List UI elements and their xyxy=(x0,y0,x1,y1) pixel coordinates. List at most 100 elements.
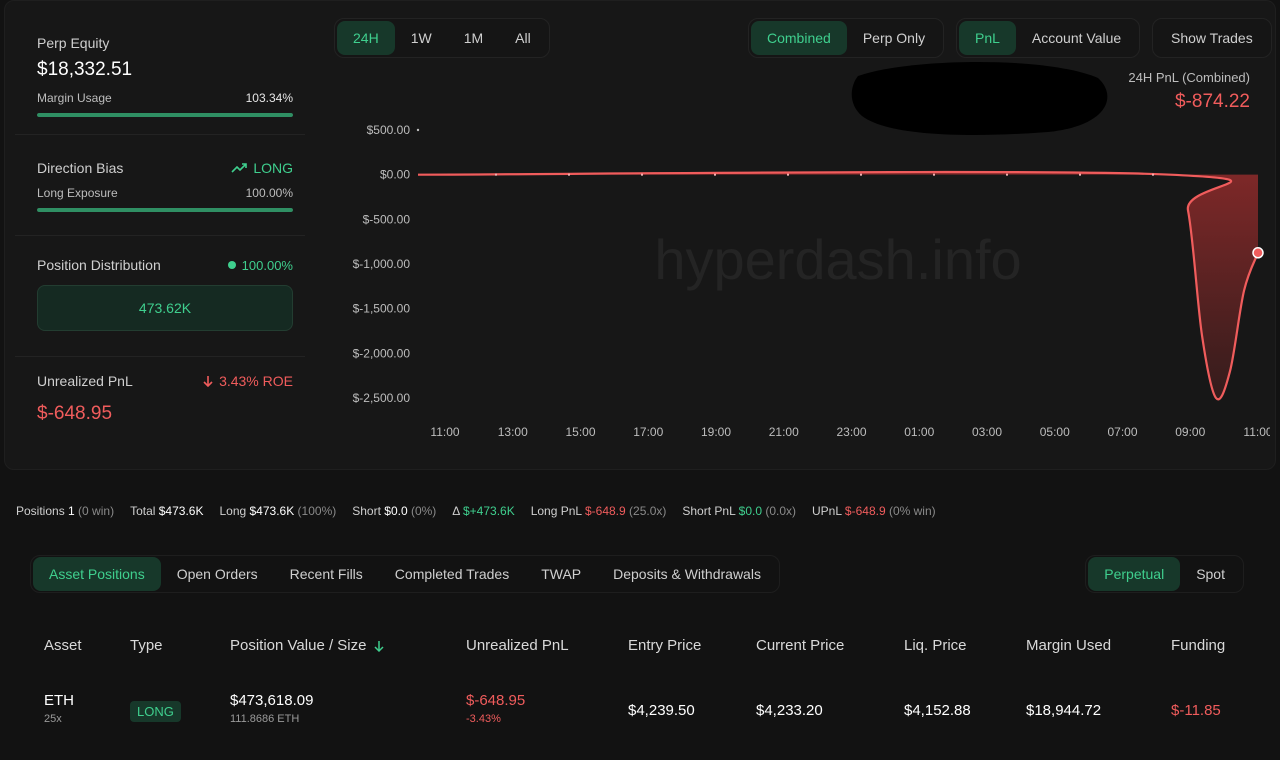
positions-stats-bar: Positions 1 (0 win) Total $473.6K Long $47… xyxy=(16,504,936,518)
header-liq-price[interactable]: Liq. Price xyxy=(904,637,967,654)
metric-pnl[interactable]: PnL xyxy=(959,21,1016,55)
tab-spot[interactable]: Spot xyxy=(1180,557,1241,591)
positions-tabs: Asset Positions Open Orders Recent Fills… xyxy=(30,555,780,593)
timeframe-1m[interactable]: 1M xyxy=(448,21,499,55)
stat-value: $+473.6K xyxy=(462,504,515,518)
tab-perpetual[interactable]: Perpetual xyxy=(1088,557,1181,591)
positions-table-header: Asset Type Position Value / Size Unreali… xyxy=(0,637,1280,657)
x-tick-label: 21:00 xyxy=(769,425,799,439)
unrealized-pnl-label: Unrealized PnL xyxy=(37,373,133,389)
stat-item: Long PnL $-648.9 (25.0x) xyxy=(531,504,667,518)
long-exposure-value: 100.00% xyxy=(245,186,293,200)
stat-value: $-648.9 xyxy=(844,504,886,518)
unrealized-pnl-roe: 3.43% ROE xyxy=(219,373,293,389)
pnl-chart[interactable]: hyperdash.info $500.00 $0.00 $-500.00 $-1,00… xyxy=(330,110,1270,450)
x-tick-label: 07:00 xyxy=(1107,425,1137,439)
tab-recent-fills[interactable]: Recent Fills xyxy=(274,557,379,591)
header-position-value[interactable]: Position Value / Size xyxy=(230,637,384,654)
x-tick-label: 09:00 xyxy=(1175,425,1205,439)
stat-item: Positions 1 (0 win) xyxy=(16,504,114,518)
stat-value: $-648.9 xyxy=(584,504,626,518)
x-tick-label: 15:00 xyxy=(565,425,595,439)
direction-bias-value: LONG xyxy=(253,160,293,176)
distribution-bar[interactable]: 473.62K xyxy=(37,285,293,331)
stat-item: Δ $+473.6K xyxy=(452,504,514,518)
margin-usage-bar xyxy=(37,113,293,117)
stat-label: Short PnL xyxy=(682,504,739,518)
y-tick-dot xyxy=(416,128,420,132)
chart-header: 24H PnL (Combined) $-874.22 xyxy=(1128,70,1250,113)
stat-value: $473.6K xyxy=(249,504,295,518)
stat-extra: (25.0x) xyxy=(625,504,667,518)
stat-label: UPnL xyxy=(812,504,845,518)
trending-up-icon xyxy=(231,163,248,173)
long-exposure-label: Long Exposure xyxy=(37,186,118,200)
stat-item: Short $0.0 (0%) xyxy=(352,504,436,518)
zero-line-marker xyxy=(714,173,716,176)
x-tick-label: 13:00 xyxy=(498,425,528,439)
timeframe-24h[interactable]: 24H xyxy=(337,21,395,55)
unrealized-pnl-block: Unrealized PnL 3.43% ROE $-648.95 xyxy=(37,373,293,425)
chart-title: 24H PnL (Combined) xyxy=(1128,70,1250,85)
chart-watermark: hyperdash.info xyxy=(654,228,1021,291)
metric-account-value[interactable]: Account Value xyxy=(1016,21,1137,55)
y-tick-label: $-2,500.00 xyxy=(353,391,411,405)
tab-twap[interactable]: TWAP xyxy=(525,557,597,591)
stat-item: Short PnL $0.0 (0.0x) xyxy=(682,504,796,518)
zero-line-marker xyxy=(1152,173,1154,176)
type-badge: LONG xyxy=(130,701,181,722)
mode-perp-only[interactable]: Perp Only xyxy=(847,21,941,55)
pnl-current-point xyxy=(1252,247,1264,259)
timeframe-1w[interactable]: 1W xyxy=(395,21,448,55)
position-distribution-label: Position Distribution xyxy=(37,257,161,273)
stat-extra: (0.0x) xyxy=(762,504,797,518)
position-distribution-block: Position Distribution 100.00% 473.62K xyxy=(37,257,293,331)
unrealized-pnl-value: $-648.95 xyxy=(37,403,113,424)
zero-line-marker xyxy=(495,173,497,176)
distribution-bar-value: 473.62K xyxy=(138,300,192,316)
stat-value: 1 xyxy=(68,504,75,518)
mode-combined[interactable]: Combined xyxy=(751,21,847,55)
zero-line-marker xyxy=(1079,173,1081,176)
stat-label: Total xyxy=(130,504,159,518)
dot-icon xyxy=(227,261,236,269)
x-tick-label: 01:00 xyxy=(904,425,934,439)
x-tick-label: 19:00 xyxy=(701,425,731,439)
table-row[interactable]: ETH 25x LONG $473,618.09 111.8686 ETH $-… xyxy=(0,692,1280,736)
header-current-price[interactable]: Current Price xyxy=(756,637,844,654)
header-type[interactable]: Type xyxy=(130,637,163,654)
x-tick-label: 05:00 xyxy=(1040,425,1070,439)
stat-label: Δ xyxy=(452,504,463,518)
timeframe-all[interactable]: All xyxy=(499,21,547,55)
show-trades-toggle: Show Trades xyxy=(1152,18,1272,58)
asset-leverage: 25x xyxy=(44,713,62,725)
mode-selector: Combined Perp Only xyxy=(748,18,945,58)
unrealized-pnl-pct: -3.43% xyxy=(466,713,501,725)
zero-line-marker xyxy=(1006,173,1008,176)
tab-completed-trades[interactable]: Completed Trades xyxy=(379,557,525,591)
zero-line-marker xyxy=(568,173,570,176)
sort-down-icon xyxy=(374,640,384,652)
tab-open-orders[interactable]: Open Orders xyxy=(161,557,274,591)
stat-item: Long $473.6K (100%) xyxy=(219,504,336,518)
y-tick-label: $-500.00 xyxy=(363,212,411,226)
show-trades-button[interactable]: Show Trades xyxy=(1155,21,1269,55)
stat-extra: (0%) xyxy=(407,504,437,518)
y-tick-label: $500.00 xyxy=(367,123,411,137)
perp-equity-value: $18,332.51 xyxy=(37,59,133,80)
header-funding[interactable]: Funding xyxy=(1171,637,1225,654)
tab-deposits-withdrawals[interactable]: Deposits & Withdrawals xyxy=(597,557,777,591)
timeframe-selector: 24H 1W 1M All xyxy=(334,18,550,58)
account-sidebar: Perp Equity $18,332.51 Margin Usage 103.… xyxy=(5,1,315,471)
tab-asset-positions[interactable]: Asset Positions xyxy=(33,557,161,591)
header-margin-used[interactable]: Margin Used xyxy=(1026,637,1111,654)
stat-label: Long xyxy=(219,504,250,518)
stat-value: $473.6K xyxy=(158,504,204,518)
y-tick-label: $-1,500.00 xyxy=(353,302,411,316)
position-distribution-value: 100.00% xyxy=(241,257,293,273)
header-unrealized-pnl[interactable]: Unrealized PnL xyxy=(466,637,569,654)
header-entry-price[interactable]: Entry Price xyxy=(628,637,701,654)
asset-symbol[interactable]: ETH xyxy=(44,692,74,709)
header-asset[interactable]: Asset xyxy=(44,637,82,654)
stat-item: UPnL $-648.9 (0% win) xyxy=(812,504,936,518)
